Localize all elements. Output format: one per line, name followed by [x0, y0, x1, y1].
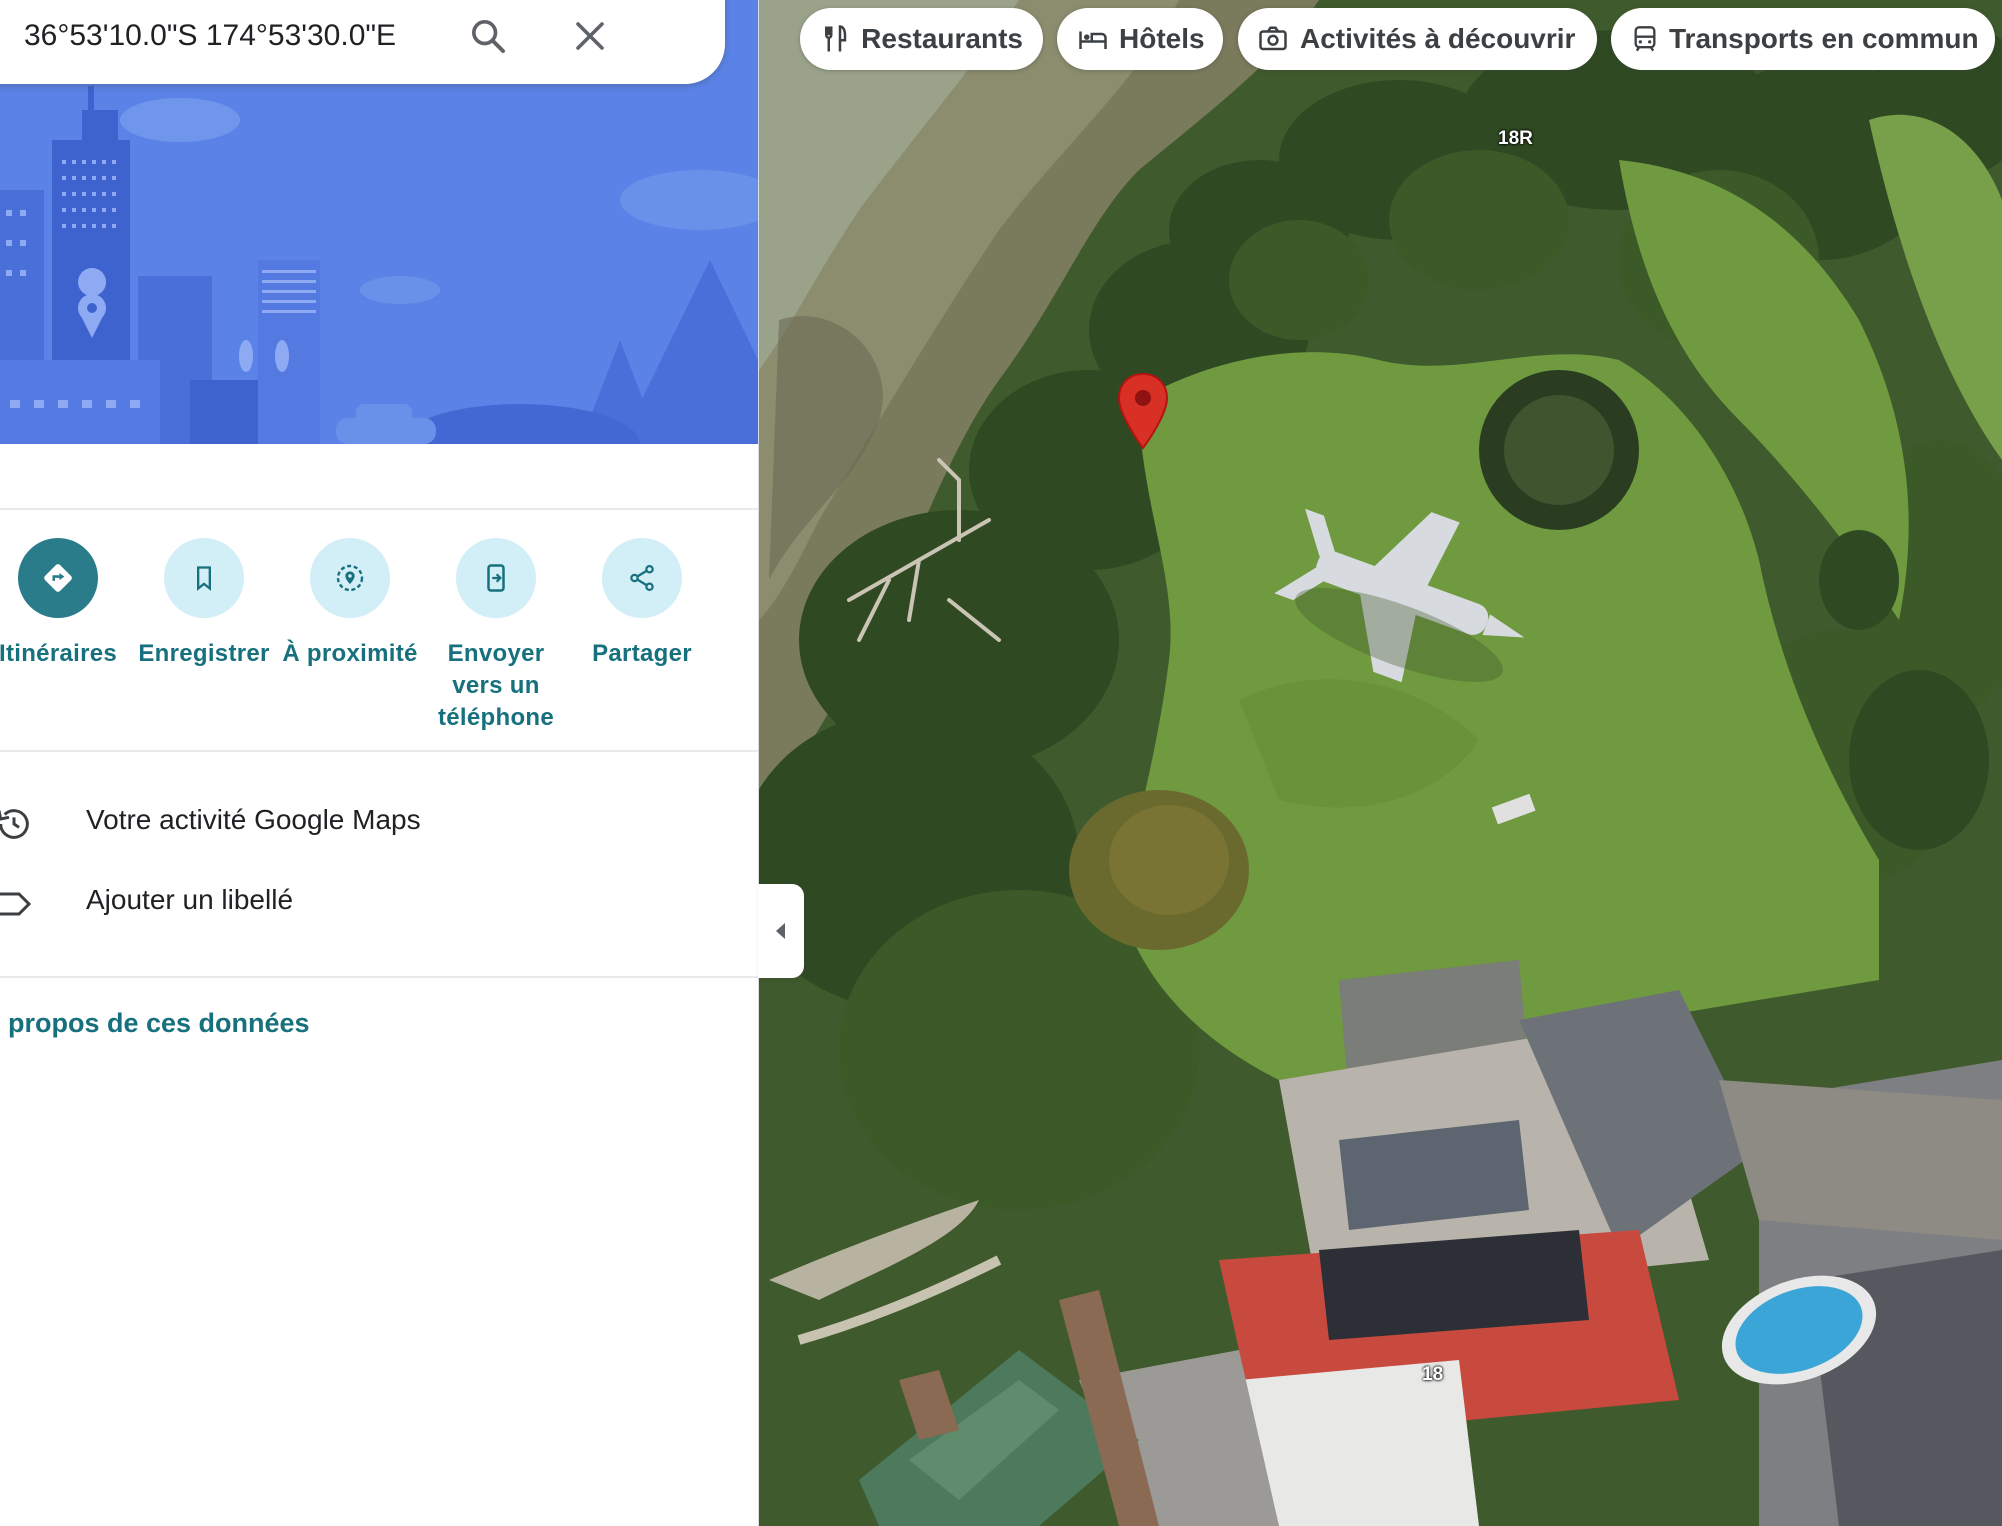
chip-hotels-label: Hôtels: [1119, 23, 1205, 54]
collapse-panel-button[interactable]: [758, 884, 804, 978]
satellite-map[interactable]: 18R 18: [759, 0, 2002, 1526]
chip-restaurants-label: Restaurants: [861, 23, 1023, 54]
close-icon[interactable]: [566, 12, 614, 60]
maps-activity-item[interactable]: Votre activité Google Maps: [0, 784, 758, 864]
label-icon: [0, 884, 34, 924]
bookmark-icon: [164, 538, 244, 618]
add-label-label: Ajouter un libellé: [86, 884, 294, 915]
directions-icon: [18, 538, 98, 618]
save-button[interactable]: Enregistrer: [131, 538, 277, 670]
save-label: Enregistrer: [138, 640, 270, 667]
directions-button[interactable]: Itinéraires: [0, 538, 131, 670]
chip-activities[interactable]: Activités à découvrir: [1238, 8, 1597, 70]
directions-label: Itinéraires: [0, 640, 118, 667]
chip-activities-label: Activités à découvrir: [1300, 23, 1576, 54]
chip-restaurants[interactable]: Restaurants: [800, 8, 1043, 70]
add-label-item[interactable]: Ajouter un libellé: [0, 864, 758, 944]
nearby-label: À proximité: [282, 640, 418, 667]
share-button[interactable]: Partager: [569, 538, 715, 670]
camera-icon: [1258, 23, 1290, 55]
map-label-top: 18R: [1498, 128, 1533, 149]
map-label-bottom: 18: [1422, 1364, 1444, 1385]
chip-transit-label: Transports en commun: [1669, 23, 1979, 54]
hotel-icon: [1077, 23, 1109, 55]
maps-activity-label: Votre activité Google Maps: [86, 804, 421, 835]
nearby-button[interactable]: À proximité: [277, 538, 423, 670]
history-icon: [0, 804, 34, 844]
send-to-phone-label: Envoyer vers un téléphone: [437, 640, 555, 731]
chip-transit[interactable]: Transports en commun: [1611, 8, 1995, 70]
transit-icon: [1631, 23, 1659, 55]
nearby-icon: [310, 538, 390, 618]
chevron-left-icon: [776, 923, 785, 939]
divider: [0, 750, 758, 752]
chip-hotels[interactable]: Hôtels: [1057, 8, 1223, 70]
send-to-phone-button[interactable]: Envoyer vers un téléphone: [423, 538, 569, 734]
search-box: [0, 0, 725, 84]
restaurant-icon: [820, 23, 851, 55]
send-to-phone-icon: [456, 538, 536, 618]
divider: [0, 976, 758, 978]
search-icon[interactable]: [464, 12, 512, 60]
share-label: Partager: [592, 640, 692, 667]
share-icon: [602, 538, 682, 618]
side-panel: Itinéraires Enregistrer À proximité Envo…: [0, 0, 759, 1526]
divider: [0, 508, 758, 510]
about-data-link[interactable]: propos de ces données: [8, 1008, 310, 1039]
search-input[interactable]: [22, 10, 506, 62]
location-pin-icon[interactable]: [1117, 372, 1169, 450]
satellite-imagery: [759, 0, 2002, 1526]
